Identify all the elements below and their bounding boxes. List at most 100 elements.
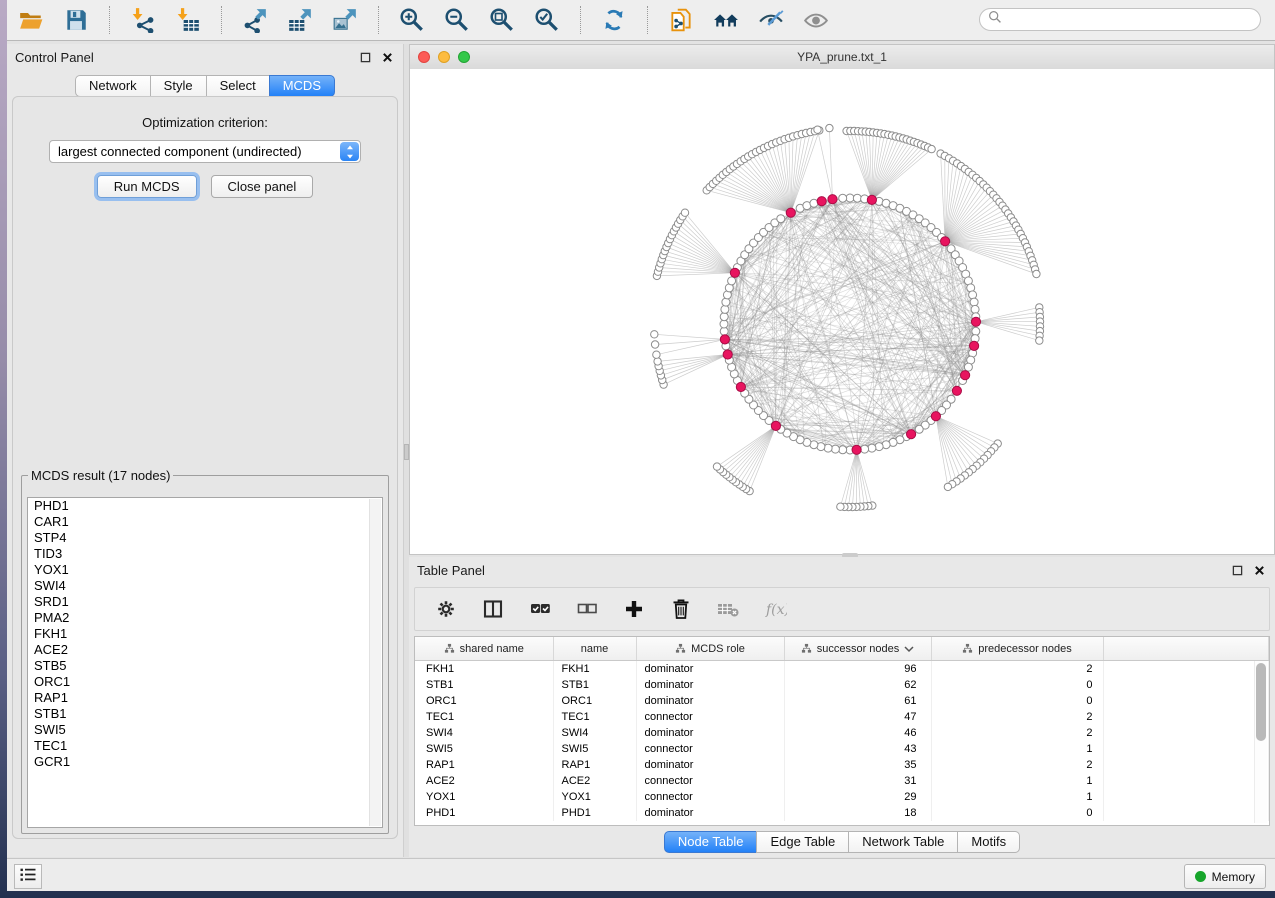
table-row[interactable]: RAP1RAP1dominator352 bbox=[415, 757, 1269, 773]
mcds-node-item[interactable]: STB5 bbox=[28, 658, 382, 674]
cell bbox=[1103, 741, 1269, 757]
search-box[interactable] bbox=[979, 8, 1261, 31]
export-network-icon[interactable] bbox=[241, 6, 269, 34]
import-network-icon[interactable] bbox=[129, 6, 157, 34]
table-tab-node-table[interactable]: Node Table bbox=[664, 831, 758, 853]
import-table-icon[interactable] bbox=[174, 6, 202, 34]
mcds-node-item[interactable]: PMA2 bbox=[28, 610, 382, 626]
mcds-node-item[interactable]: STB1 bbox=[28, 706, 382, 722]
mcds-node-item[interactable]: STP4 bbox=[28, 530, 382, 546]
tab-network[interactable]: Network bbox=[75, 75, 151, 97]
cell: 35 bbox=[784, 757, 931, 773]
create-column-icon[interactable] bbox=[621, 596, 647, 622]
column-header-name[interactable]: name bbox=[553, 637, 636, 661]
mcds-node-item[interactable]: GCR1 bbox=[28, 754, 382, 770]
memory-status-icon bbox=[1195, 871, 1206, 882]
mcds-node-item[interactable]: SWI4 bbox=[28, 578, 382, 594]
export-table-icon[interactable] bbox=[286, 6, 314, 34]
network-canvas[interactable] bbox=[410, 69, 1274, 554]
close-table-panel-icon[interactable] bbox=[1251, 562, 1267, 578]
cell: FKH1 bbox=[415, 661, 553, 678]
cell: connector bbox=[636, 789, 784, 805]
tab-select[interactable]: Select bbox=[206, 75, 270, 97]
column-header-successor-nodes[interactable]: successor nodes bbox=[784, 637, 931, 661]
mcds-node-item[interactable]: YOX1 bbox=[28, 562, 382, 578]
zoom-selected-icon[interactable] bbox=[533, 6, 561, 34]
mcds-list-scrollbar[interactable] bbox=[369, 499, 381, 826]
table-row[interactable]: TEC1TEC1connector472 bbox=[415, 709, 1269, 725]
mcds-node-item[interactable]: ACE2 bbox=[28, 642, 382, 658]
memory-label: Memory bbox=[1212, 870, 1255, 884]
zoom-in-icon[interactable] bbox=[398, 6, 426, 34]
toolbar-separator bbox=[109, 6, 110, 34]
apply-layout-icon[interactable] bbox=[600, 6, 628, 34]
mcds-result-list[interactable]: PHD1CAR1STP4TID3YOX1SWI4SRD1PMA2FKH1ACE2… bbox=[27, 497, 383, 828]
mcds-node-item[interactable]: TID3 bbox=[28, 546, 382, 562]
hide-all-columns-icon[interactable] bbox=[574, 596, 600, 622]
float-table-panel-icon[interactable] bbox=[1229, 562, 1245, 578]
cell: YOX1 bbox=[415, 789, 553, 805]
network-window-titlebar[interactable]: YPA_prune.txt_1 bbox=[410, 45, 1274, 70]
open-file-icon[interactable] bbox=[17, 6, 45, 34]
mcds-node-item[interactable]: SRD1 bbox=[28, 594, 382, 610]
close-panel-icon[interactable] bbox=[379, 49, 395, 65]
save-session-icon[interactable] bbox=[62, 6, 90, 34]
mcds-node-item[interactable]: TEC1 bbox=[28, 738, 382, 754]
mcds-node-item[interactable]: SWI5 bbox=[28, 722, 382, 738]
table-scrollbar[interactable] bbox=[1254, 661, 1267, 823]
table-tab-network-table[interactable]: Network Table bbox=[848, 831, 958, 853]
mcds-node-item[interactable]: PHD1 bbox=[28, 498, 382, 514]
table-row[interactable]: YOX1YOX1connector291 bbox=[415, 789, 1269, 805]
optimization-criterion-select[interactable]: largest connected component (undirected) bbox=[49, 140, 361, 163]
cell: 0 bbox=[931, 677, 1103, 693]
new-network-from-selection-icon[interactable] bbox=[667, 6, 695, 34]
table-row[interactable]: SWI5SWI5connector431 bbox=[415, 741, 1269, 757]
cell: 18 bbox=[784, 805, 931, 821]
column-settings-icon[interactable] bbox=[433, 596, 459, 622]
table-tab-edge-table[interactable]: Edge Table bbox=[756, 831, 849, 853]
select-stepper-icon bbox=[340, 142, 359, 161]
show-all-columns-icon[interactable] bbox=[527, 596, 553, 622]
zoom-out-icon[interactable] bbox=[443, 6, 471, 34]
network-graph[interactable] bbox=[410, 69, 1274, 554]
search-input[interactable] bbox=[1007, 10, 1260, 30]
list-icon bbox=[19, 867, 37, 887]
table-tab-motifs[interactable]: Motifs bbox=[957, 831, 1020, 853]
task-history-button[interactable] bbox=[14, 864, 42, 889]
column-header-mcds-role[interactable]: MCDS role bbox=[636, 637, 784, 661]
table-row[interactable]: ACE2ACE2connector311 bbox=[415, 773, 1269, 789]
table-scrollbar-thumb[interactable] bbox=[1256, 663, 1266, 741]
tab-style[interactable]: Style bbox=[150, 75, 207, 97]
cell: 43 bbox=[784, 741, 931, 757]
first-neighbors-icon[interactable] bbox=[712, 6, 740, 34]
run-mcds-button[interactable]: Run MCDS bbox=[97, 175, 197, 198]
delete-column-icon[interactable] bbox=[668, 596, 694, 622]
table-row[interactable]: STB1STB1dominator620 bbox=[415, 677, 1269, 693]
table-tabs: Node TableEdge TableNetwork TableMotifs bbox=[409, 831, 1275, 853]
hide-selected-icon[interactable] bbox=[757, 6, 785, 34]
column-header-shared-name[interactable]: shared name bbox=[415, 637, 553, 661]
tab-mcds[interactable]: MCDS bbox=[269, 75, 335, 97]
mcds-node-item[interactable]: CAR1 bbox=[28, 514, 382, 530]
cell: PHD1 bbox=[415, 805, 553, 821]
cell: 2 bbox=[931, 661, 1103, 678]
mcds-node-item[interactable]: ORC1 bbox=[28, 674, 382, 690]
toggle-panel-layout-icon[interactable] bbox=[480, 596, 506, 622]
control-panel: Control Panel NetworkStyleSelectMCDS Opt… bbox=[7, 44, 404, 857]
memory-button[interactable]: Memory bbox=[1184, 864, 1266, 889]
export-image-icon[interactable] bbox=[331, 6, 359, 34]
table-row[interactable]: PHD1PHD1dominator180 bbox=[415, 805, 1269, 821]
mcds-node-item[interactable]: RAP1 bbox=[28, 690, 382, 706]
show-all-icon[interactable] bbox=[802, 6, 830, 34]
mcds-node-item[interactable]: FKH1 bbox=[28, 626, 382, 642]
float-panel-icon[interactable] bbox=[357, 49, 373, 65]
table-row[interactable]: ORC1ORC1dominator610 bbox=[415, 693, 1269, 709]
cell: 62 bbox=[784, 677, 931, 693]
cell: 1 bbox=[931, 773, 1103, 789]
close-panel-button[interactable]: Close panel bbox=[211, 175, 314, 198]
zoom-fit-icon[interactable] bbox=[488, 6, 516, 34]
table-row[interactable]: SWI4SWI4dominator462 bbox=[415, 725, 1269, 741]
column-header-predecessor-nodes[interactable]: predecessor nodes bbox=[931, 637, 1103, 661]
cell: 2 bbox=[931, 709, 1103, 725]
table-row[interactable]: FKH1FKH1dominator962 bbox=[415, 661, 1269, 678]
